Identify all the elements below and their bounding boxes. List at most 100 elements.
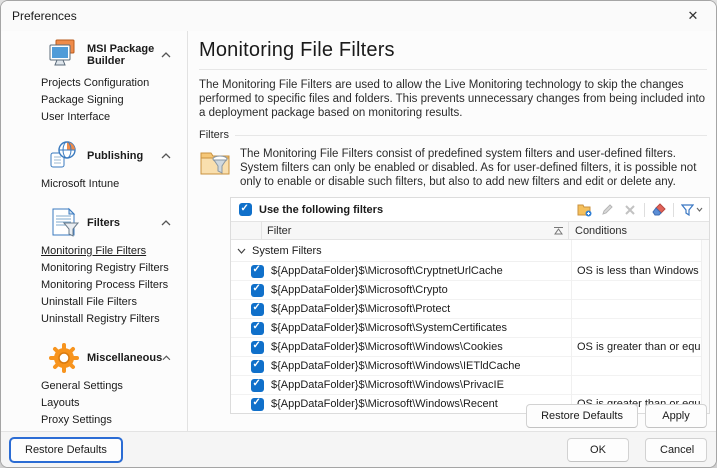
filter-condition: OS is greater than or equal to W: [570, 341, 702, 353]
row-checkbox[interactable]: [251, 341, 264, 354]
use-filters-label: Use the following filters: [259, 204, 575, 216]
filter-column-header[interactable]: Filter: [262, 222, 569, 239]
filters-groupbox: Filters The Monitoring File Filters cons…: [199, 129, 707, 414]
cancel-button[interactable]: Cancel: [645, 438, 707, 462]
vertical-scrollbar[interactable]: [701, 240, 709, 413]
use-filters-checkbox[interactable]: [239, 203, 252, 216]
title-divider: [199, 69, 707, 70]
filter-path: ${AppDataFolder}$\Microsoft\Crypto: [271, 284, 570, 296]
restore-defaults-footer-button[interactable]: Restore Defaults: [10, 438, 122, 462]
sidebar-item-projects-configuration[interactable]: Projects Configuration: [1, 75, 187, 92]
table-row[interactable]: ${AppDataFolder}$\Microsoft\SystemCertif…: [231, 319, 709, 338]
row-checkbox[interactable]: [251, 265, 264, 278]
close-button[interactable]: ✕: [678, 4, 708, 28]
chevron-up-icon: [161, 50, 171, 60]
section-msi-package-builder: MSI Package Builder Projects Configurati…: [1, 37, 187, 132]
use-filters-row: Use the following filters: [231, 198, 709, 221]
erase-filters-button[interactable]: [650, 201, 668, 218]
chevron-up-icon: [161, 151, 171, 161]
group-label: System Filters: [252, 245, 322, 257]
sort-ascending-icon: [553, 226, 564, 235]
sidebar-item-package-signing[interactable]: Package Signing: [1, 92, 187, 109]
toolbar-separator: [673, 203, 674, 217]
group-row-system-filters[interactable]: System Filters: [231, 240, 709, 262]
sidebar-item-proxy-settings[interactable]: Proxy Settings: [1, 412, 187, 429]
row-checkbox[interactable]: [251, 284, 264, 297]
window-title: Preferences: [1, 9, 77, 23]
page-title: Monitoring File Filters: [199, 39, 707, 62]
section-header-filters[interactable]: Filters: [1, 205, 187, 241]
intro-text: The Monitoring File Filters are used to …: [199, 78, 707, 120]
preferences-sidebar: MSI Package Builder Projects Configurati…: [1, 31, 188, 431]
sidebar-item-microsoft-intune[interactable]: Microsoft Intune: [1, 176, 187, 193]
checkbox-column-header: [231, 222, 262, 239]
sidebar-item-layouts[interactable]: Layouts: [1, 395, 187, 412]
table-header: Filter Conditions: [231, 221, 709, 240]
section-miscellaneous: Miscellaneous General Settings Layouts P…: [1, 340, 187, 431]
chevron-down-icon: [237, 248, 246, 254]
edit-filter-button[interactable]: [598, 201, 616, 218]
sidebar-item-uninstall-file-filters[interactable]: Uninstall File Filters: [1, 294, 187, 311]
row-checkbox[interactable]: [251, 322, 264, 335]
dialog-footer: Restore Defaults OK Cancel: [1, 431, 716, 467]
gear-icon: [47, 341, 81, 375]
filter-path: ${AppDataFolder}$\Microsoft\Windows\IETl…: [271, 360, 570, 372]
preferences-dialog: Preferences ✕ MSI Package Builder: [0, 0, 717, 468]
section-label: Publishing: [87, 150, 161, 162]
table-row[interactable]: ${AppDataFolder}$\Microsoft\Windows\Priv…: [231, 376, 709, 395]
table-row[interactable]: ${AppDataFolder}$\Microsoft\Protect: [231, 300, 709, 319]
groupbox-caption: Filters: [199, 129, 229, 141]
filters-toolbar: [575, 201, 705, 218]
row-checkbox[interactable]: [251, 360, 264, 373]
filters-panel: Use the following filters: [230, 197, 710, 414]
document-funnel-icon: [47, 206, 81, 240]
title-bar: Preferences ✕: [1, 1, 716, 31]
main-panel: Monitoring File Filters The Monitoring F…: [189, 31, 716, 431]
eraser-icon: [652, 203, 666, 216]
groupbox-description: The Monitoring File Filters consist of p…: [240, 147, 707, 189]
ok-button[interactable]: OK: [567, 438, 629, 462]
sidebar-item-monitoring-registry-filters[interactable]: Monitoring Registry Filters: [1, 260, 187, 277]
conditions-column-header[interactable]: Conditions: [569, 225, 709, 237]
filter-path: ${AppDataFolder}$\Microsoft\Windows\Priv…: [271, 379, 570, 391]
restore-defaults-button[interactable]: Restore Defaults: [526, 404, 638, 428]
section-label: Miscellaneous: [87, 352, 162, 364]
row-checkbox[interactable]: [251, 303, 264, 316]
sidebar-item-uninstall-registry-filters[interactable]: Uninstall Registry Filters: [1, 311, 187, 328]
section-header-miscellaneous[interactable]: Miscellaneous: [1, 340, 187, 376]
filter-path: ${AppDataFolder}$\Microsoft\Protect: [271, 303, 570, 315]
section-header-publishing[interactable]: Publishing: [1, 138, 187, 174]
filter-path: ${AppDataFolder}$\Microsoft\Windows\Cook…: [271, 341, 570, 353]
sidebar-item-general-settings[interactable]: General Settings: [1, 378, 187, 395]
section-label: MSI Package Builder: [87, 43, 161, 67]
row-checkbox[interactable]: [251, 379, 264, 392]
apply-button[interactable]: Apply: [645, 404, 707, 428]
sidebar-item-monitoring-file-filters[interactable]: Monitoring File Filters: [1, 243, 187, 260]
chevron-up-icon: [161, 218, 171, 228]
delete-filter-button[interactable]: [621, 201, 639, 218]
table-row[interactable]: ${AppDataFolder}$\Microsoft\Windows\Cook…: [231, 338, 709, 357]
groupbox-caption-line: [235, 135, 707, 136]
filter-condition: OS is less than Windows Vista: [570, 265, 702, 277]
table-row[interactable]: ${AppDataFolder}$\Microsoft\Windows\IETl…: [231, 357, 709, 376]
add-filter-button[interactable]: [575, 201, 593, 218]
chevron-up-icon: [162, 353, 171, 363]
table-row[interactable]: ${AppDataFolder}$\Microsoft\Crypto: [231, 281, 709, 300]
section-filters: Filters Monitoring File Filters Monitori…: [1, 205, 187, 334]
section-header-msi[interactable]: MSI Package Builder: [1, 37, 187, 73]
sidebar-item-user-interface[interactable]: User Interface: [1, 109, 187, 126]
filter-path: ${AppDataFolder}$\Microsoft\CryptnetUrlC…: [271, 265, 570, 277]
filter-column-label: Filter: [267, 225, 553, 237]
filter-menu-button[interactable]: [679, 201, 705, 218]
table-row[interactable]: ${AppDataFolder}$\Microsoft\CryptnetUrlC…: [231, 262, 709, 281]
section-label: Filters: [87, 217, 161, 229]
column-divider: [571, 240, 572, 413]
pencil-icon: [601, 203, 614, 216]
toolbar-separator: [644, 203, 645, 217]
folder-funnel-icon: [199, 147, 231, 179]
filter-path: ${AppDataFolder}$\Microsoft\SystemCertif…: [271, 322, 570, 334]
table-body: System Filters ${AppDataFolder}$\Microso…: [231, 240, 709, 413]
row-checkbox[interactable]: [251, 398, 264, 411]
folder-plus-icon: [577, 203, 592, 217]
sidebar-item-monitoring-process-filters[interactable]: Monitoring Process Filters: [1, 277, 187, 294]
